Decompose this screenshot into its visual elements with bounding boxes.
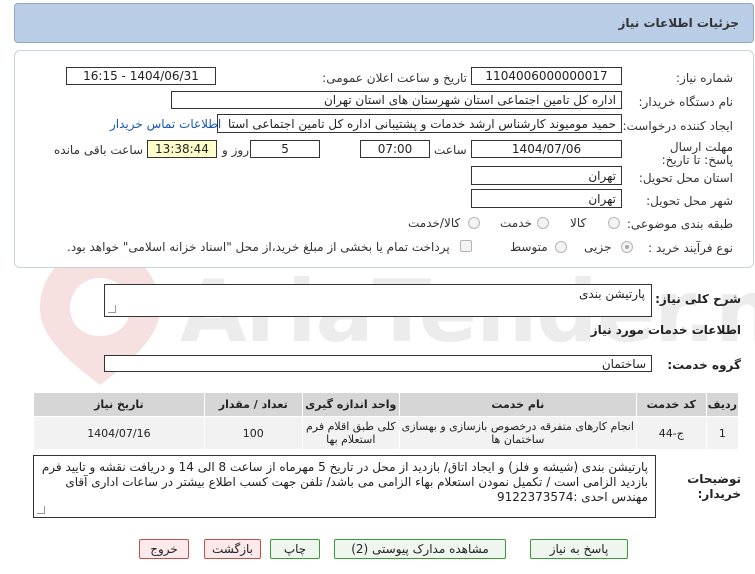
- col-header-row-number: ردیف: [705, 392, 740, 417]
- col-header-unit: واحد اندازه گیری: [301, 392, 400, 417]
- category-option-goods: کالا: [570, 216, 587, 230]
- announce-label: تاریخ و ساعت اعلان عمومی:: [322, 71, 467, 85]
- need-number-field: 1104006000000017: [471, 67, 622, 85]
- cell-unit: کلی طبق اقلام فرم استعلام بها: [301, 416, 400, 450]
- service-group-label: گروه خدمت:: [667, 358, 741, 372]
- resize-handle-icon[interactable]: [108, 305, 116, 313]
- treasury-checkbox[interactable]: [460, 240, 472, 252]
- buyer-notes-field: پارتیشن بندی (شیشه و فلز) و ایجاد اتاق/ …: [33, 455, 656, 518]
- general-desc-text: پارتیشن بندی: [578, 287, 645, 301]
- city-field: تهران: [471, 189, 622, 208]
- time-label: ساعت: [434, 143, 467, 157]
- province-field: تهران: [471, 166, 622, 185]
- table-header-row: ردیف کد خدمت نام خدمت واحد اندازه گیری ت…: [33, 392, 740, 417]
- cell-service-name: انجام کارهای متفرقه درخصوص بازسازی و بهس…: [398, 416, 637, 450]
- buyer-org-field: اداره کل تامین اجتماعی استان شهرستان های…: [171, 91, 622, 109]
- attachments-button[interactable]: مشاهده مدارک پیوستی (2): [334, 539, 506, 559]
- resize-handle-icon[interactable]: [37, 506, 45, 514]
- category-option-goods-service: کالا/خدمت: [408, 216, 461, 230]
- cell-need-date: 1404/07/16: [33, 416, 205, 450]
- col-header-service-name: نام خدمت: [398, 392, 637, 417]
- purchase-option-medium: متوسط: [510, 240, 548, 254]
- buyer-notes-text: پارتیشن بندی (شیشه و فلز) و ایجاد اتاق/ …: [41, 460, 648, 504]
- print-button[interactable]: چاپ: [270, 539, 320, 559]
- back-button[interactable]: بازگشت: [204, 539, 261, 559]
- creator-field: حمید مومیوند کارشناس ارشد خدمات و پشتیبا…: [217, 114, 622, 133]
- buyer-notes-label: توضیحات خریدار:: [687, 472, 741, 501]
- col-header-quantity: تعداد / مقدار: [203, 392, 303, 417]
- general-desc-field: پارتیشن بندی: [104, 284, 652, 317]
- page-title: جزئیات اطلاعات نیاز: [618, 16, 739, 30]
- payment-note: پرداخت تمام یا بخشی از مبلغ خرید،از محل …: [67, 240, 450, 254]
- buyer-org-label: نام دستگاه خریدار:: [638, 95, 734, 109]
- remaining-time-field: 13:38:44: [147, 140, 217, 158]
- services-table: ردیف کد خدمت نام خدمت واحد اندازه گیری ت…: [33, 392, 740, 450]
- days-label: روز و: [222, 143, 249, 157]
- col-header-need-date: تاریخ نیاز: [33, 392, 205, 417]
- deadline-time-field: 07:00: [360, 140, 430, 158]
- category-label: طبقه بندی موضوعی:: [626, 217, 733, 231]
- announce-datetime-field: 1404/06/31 - 16:15: [66, 67, 216, 85]
- category-radio-goods-service[interactable]: [468, 217, 480, 229]
- service-group-field: ساختمان: [104, 355, 652, 372]
- cell-service-code: ج-44: [635, 416, 707, 450]
- city-label: شهر محل تحویل:: [646, 194, 733, 208]
- purchase-radio-medium[interactable]: [555, 241, 567, 253]
- cell-row-number: 1: [705, 416, 740, 450]
- cell-quantity: 100: [203, 416, 303, 450]
- page-header: جزئیات اطلاعات نیاز: [14, 3, 754, 43]
- category-radio-goods[interactable]: [608, 217, 620, 229]
- purchase-radio-minor[interactable]: [621, 241, 633, 253]
- general-desc-label: شرح کلی نیاز:: [655, 292, 741, 306]
- province-label: استان محل تحویل:: [638, 171, 733, 185]
- need-number-label: شماره نیاز:: [676, 71, 733, 85]
- exit-button[interactable]: خروج: [139, 539, 189, 559]
- reply-button[interactable]: پاسخ به نیاز: [530, 539, 628, 559]
- table-row: 1 ج-44 انجام کارهای متفرقه درخصوص بازساز…: [33, 416, 740, 450]
- purchase-option-minor: جزیی: [584, 240, 612, 254]
- deadline-date-field: 1404/07/06: [471, 140, 622, 158]
- services-section-title: اطلاعات خدمات مورد نیاز: [590, 323, 741, 337]
- days-remaining-field: 5: [250, 140, 320, 158]
- category-option-service: خدمت: [500, 216, 532, 230]
- creator-label: ایجاد کننده درخواست:: [622, 119, 733, 133]
- buyer-contact-link[interactable]: اطلاعات تماس خریدار: [110, 117, 221, 131]
- purchase-type-label: نوع فرآیند خرید :: [648, 241, 733, 255]
- col-header-service-code: کد خدمت: [635, 392, 707, 417]
- deadline-label: مهلت ارسال پاسخ: تا تاریخ:: [661, 140, 733, 167]
- category-radio-service[interactable]: [537, 217, 549, 229]
- remaining-label: ساعت باقی مانده: [54, 143, 144, 157]
